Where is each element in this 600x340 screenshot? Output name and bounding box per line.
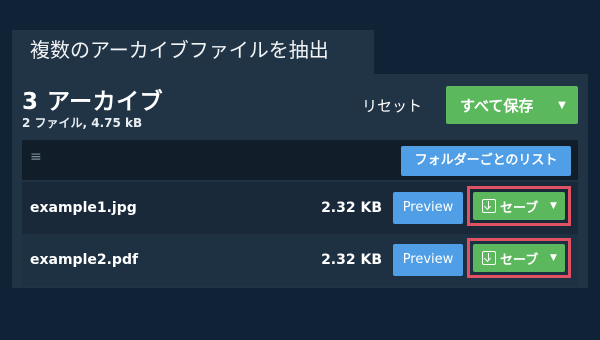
save-label: セーブ <box>500 200 539 216</box>
save-highlight: セーブ ▼ <box>467 238 571 278</box>
save-all-label: すべて保存 <box>460 96 534 115</box>
archive-count: 3 アーカイブ <box>22 89 164 115</box>
save-all-button[interactable]: すべて保存 ▼ <box>446 86 578 124</box>
menu-icon[interactable]: ≡ <box>30 149 42 165</box>
file-name: example1.jpg <box>30 200 137 216</box>
save-label: セーブ <box>500 252 539 268</box>
file-row: example2.pdf 2.32 KB Preview セーブ ▼ <box>22 234 578 286</box>
save-highlight: セーブ ▼ <box>467 186 571 226</box>
file-size: 2.32 KB <box>321 252 382 268</box>
save-button[interactable]: セーブ ▼ <box>473 244 565 272</box>
save-dropdown-icon[interactable]: ▼ <box>550 201 557 211</box>
preview-button[interactable]: Preview <box>393 244 463 276</box>
save-button[interactable]: セーブ ▼ <box>473 192 565 220</box>
reset-button[interactable]: リセット <box>362 94 422 118</box>
folder-list-button[interactable]: フォルダーごとのリスト <box>401 146 571 176</box>
file-row: example1.jpg 2.32 KB Preview セーブ ▼ <box>22 182 578 234</box>
page-title: 複数のアーカイブファイルを抽出 <box>12 30 374 74</box>
file-name: example2.pdf <box>30 252 139 268</box>
save-dropdown-icon[interactable]: ▼ <box>550 253 557 263</box>
preview-button[interactable]: Preview <box>393 192 463 224</box>
save-all-dropdown-icon[interactable]: ▼ <box>552 100 572 111</box>
download-icon <box>482 251 496 265</box>
download-icon <box>482 199 496 213</box>
file-list-header: ≡ フォルダーごとのリスト <box>22 140 578 180</box>
archive-panel: 3 アーカイブ 2 ファイル, 4.75 kB リセット すべて保存 ▼ ≡ フ… <box>12 74 588 288</box>
archive-details: 2 ファイル, 4.75 kB <box>22 116 143 130</box>
file-size: 2.32 KB <box>321 200 382 216</box>
